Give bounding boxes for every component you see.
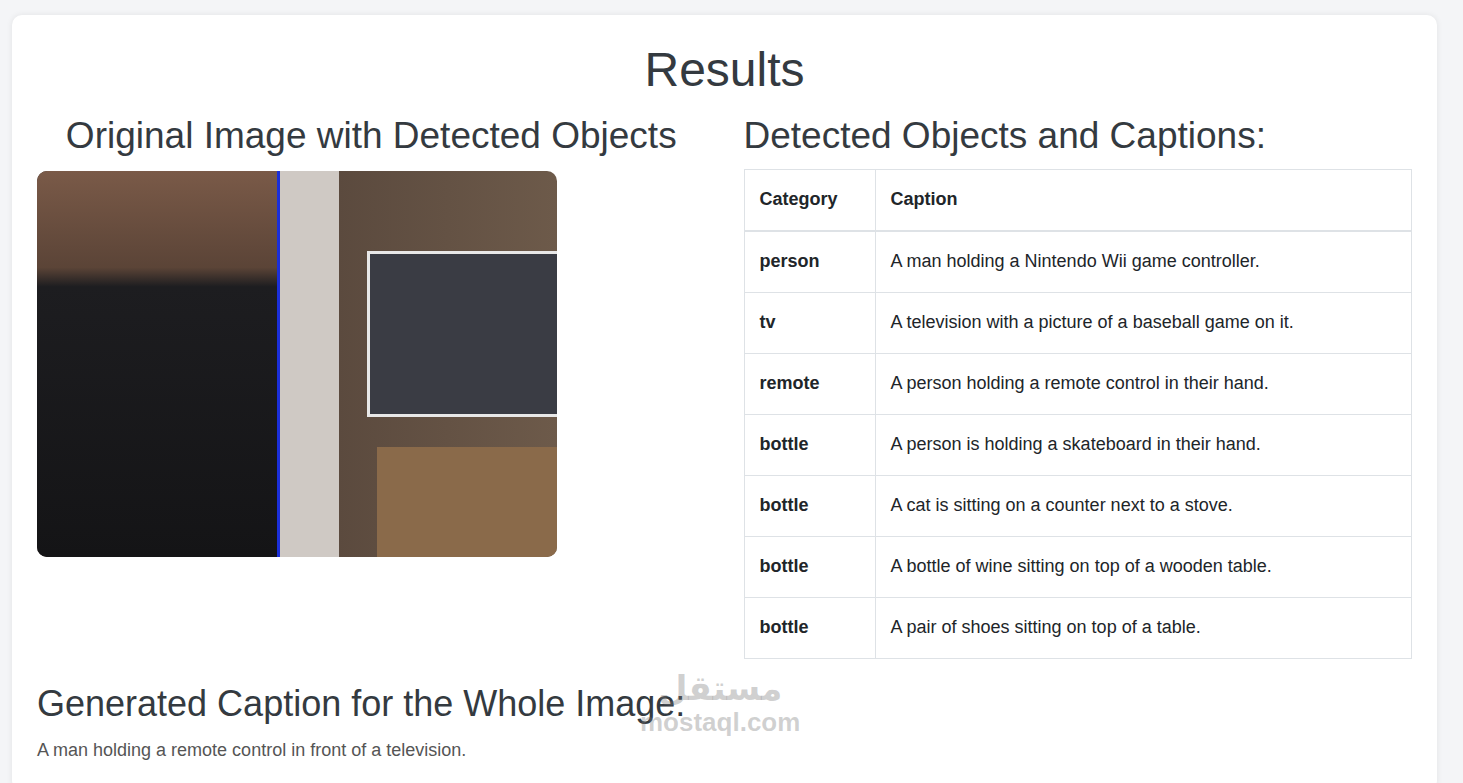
caption-cell: A man holding a Nintendo Wii game contro… [875, 231, 1412, 293]
category-cell: bottle [744, 414, 875, 475]
results-card: Results Original Image with Detected Obj… [12, 15, 1437, 783]
captions-panel: Detected Objects and Captions: CategoryC… [744, 113, 1413, 659]
captions-table: CategoryCaptionpersonA man holding a Nin… [744, 169, 1413, 659]
category-cell: bottle [744, 475, 875, 536]
column-header: Category [744, 169, 875, 231]
table-row: bottleA pair of shoes sitting on top of … [744, 597, 1412, 658]
caption-cell: A television with a picture of a basebal… [875, 292, 1412, 353]
caption-cell: A bottle of wine sitting on top of a woo… [875, 536, 1412, 597]
captions-heading: Detected Objects and Captions: [744, 113, 1413, 159]
table-row: bottleA person is holding a skateboard i… [744, 414, 1412, 475]
table-row: tvA television with a picture of a baseb… [744, 292, 1412, 353]
image-heading: Original Image with Detected Objects [37, 113, 706, 159]
page-title: Results [37, 41, 1412, 99]
category-cell: bottle [744, 597, 875, 658]
column-header: Caption [875, 169, 1412, 231]
watermark-arabic: مستقل [658, 671, 782, 705]
caption-cell: A cat is sitting on a counter next to a … [875, 475, 1412, 536]
caption-cell: A pair of shoes sitting on top of a tabl… [875, 597, 1412, 658]
table-header-row: CategoryCaption [744, 169, 1412, 231]
image-panel: Original Image with Detected Objects [37, 113, 706, 659]
caption-cell: A person holding a remote control in the… [875, 353, 1412, 414]
category-cell: tv [744, 292, 875, 353]
caption-cell: A person is holding a skateboard in thei… [875, 414, 1412, 475]
category-cell: bottle [744, 536, 875, 597]
summary-heading: Generated Caption for the Whole Image: [37, 681, 1412, 726]
table-row: bottleA cat is sitting on a counter next… [744, 475, 1412, 536]
detected-image [37, 171, 557, 557]
watermark-latin: mostaql.com [640, 709, 800, 735]
watermark: مستقل mostaql.com [640, 671, 800, 735]
table-row: bottleA bottle of wine sitting on top of… [744, 536, 1412, 597]
table-row: remoteA person holding a remote control … [744, 353, 1412, 414]
category-cell: remote [744, 353, 875, 414]
table-row: personA man holding a Nintendo Wii game … [744, 231, 1412, 293]
summary-caption: A man holding a remote control in front … [37, 740, 1412, 761]
results-columns: Original Image with Detected Objects Det… [37, 113, 1412, 659]
category-cell: person [744, 231, 875, 293]
